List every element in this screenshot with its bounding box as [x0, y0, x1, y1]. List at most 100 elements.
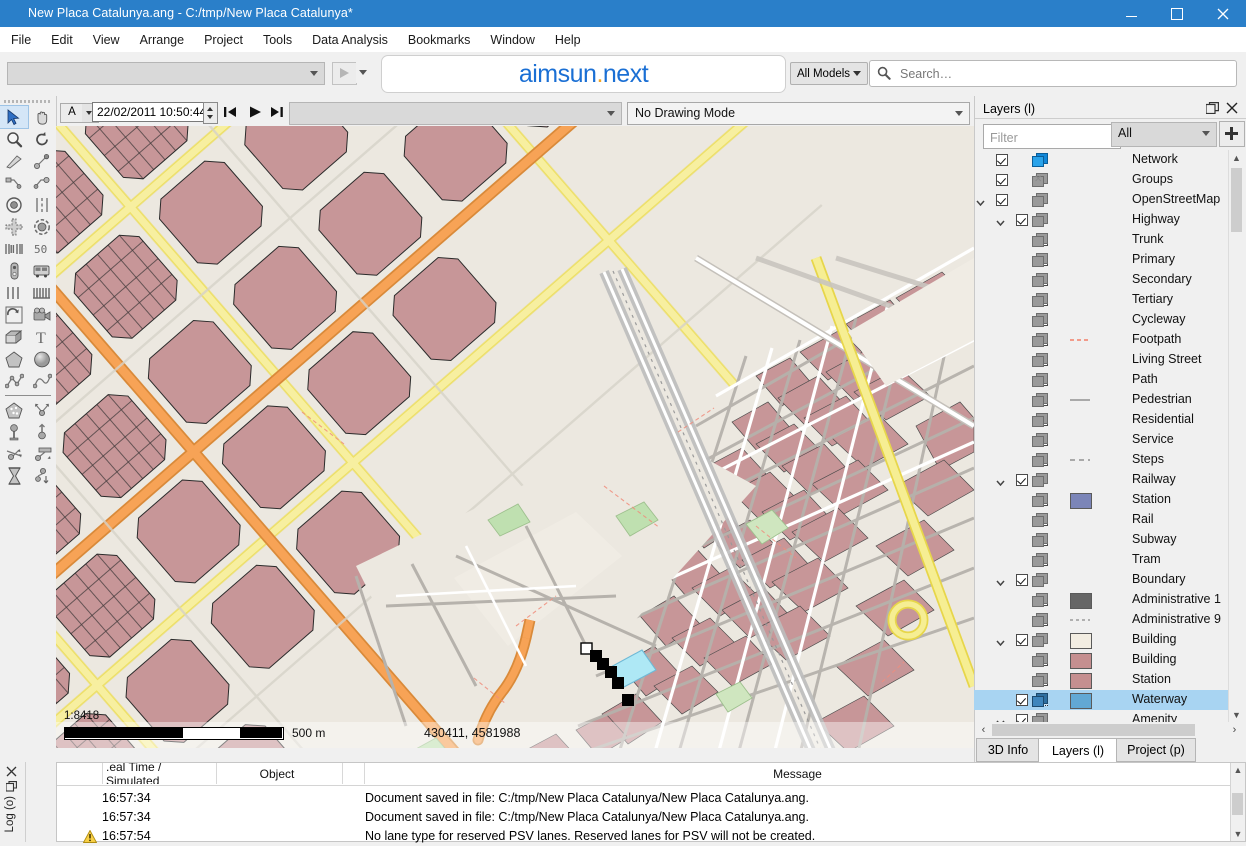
- tool-pan-hand[interactable]: [28, 106, 56, 128]
- layer-row[interactable]: Footpath: [974, 330, 1228, 350]
- tool-node[interactable]: [28, 150, 56, 172]
- log-tab-label[interactable]: Log (o): [4, 796, 16, 832]
- layers-filter[interactable]: [983, 124, 1121, 149]
- layer-checkbox[interactable]: [1016, 474, 1028, 486]
- layer-row[interactable]: Rail: [974, 510, 1228, 530]
- log-scroll-up-icon[interactable]: ▲: [1231, 763, 1245, 777]
- layer-checkbox[interactable]: [996, 194, 1008, 206]
- menu-edit[interactable]: Edit: [42, 30, 82, 50]
- datetime-field[interactable]: 22/02/2011 10:50:44: [92, 102, 214, 122]
- menu-file[interactable]: File: [2, 30, 40, 50]
- chevron-down-icon[interactable]: [996, 576, 1005, 584]
- tab-3d-info[interactable]: 3D Info: [976, 738, 1040, 762]
- run-options-dropdown[interactable]: [356, 62, 370, 83]
- tool-hourglass[interactable]: [0, 465, 28, 487]
- drawing-mode-combo[interactable]: No Drawing Mode: [627, 102, 970, 125]
- replication-letter-button[interactable]: A: [60, 103, 84, 123]
- layers-scroll-thumb[interactable]: [1231, 168, 1242, 232]
- layers-horizontal-scrollbar[interactable]: ‹ ›: [976, 722, 1242, 738]
- menu-help[interactable]: Help: [546, 30, 590, 50]
- layer-row[interactable]: Trunk: [974, 230, 1228, 250]
- palette-grip[interactable]: [4, 98, 52, 105]
- view-style-combo[interactable]: [289, 102, 622, 125]
- close-button[interactable]: [1200, 0, 1246, 27]
- maximize-button[interactable]: [1154, 0, 1200, 27]
- tool-text[interactable]: T: [28, 326, 56, 348]
- tool-subpath[interactable]: [28, 443, 56, 465]
- scenario-combo[interactable]: [7, 62, 325, 85]
- scroll-right-icon[interactable]: ›: [1227, 722, 1242, 738]
- tool-control[interactable]: [0, 304, 28, 326]
- tool-section[interactable]: [0, 150, 28, 172]
- tab-layers[interactable]: Layers (l): [1038, 738, 1118, 763]
- close-log-icon[interactable]: [6, 766, 17, 777]
- layers-tree[interactable]: NetworkGroupsOpenStreetMapHighwayTrunkPr…: [974, 150, 1228, 722]
- layer-row[interactable]: Boundary: [974, 570, 1228, 590]
- layer-row[interactable]: Waterway: [974, 690, 1228, 710]
- tool-turn[interactable]: [0, 172, 28, 194]
- float-log-icon[interactable]: [6, 781, 17, 792]
- tool-zoom[interactable]: [0, 128, 28, 150]
- layer-row[interactable]: Steps: [974, 450, 1228, 470]
- search-box[interactable]: [869, 60, 1237, 87]
- log-table[interactable]: .eal Time / Simulated Object Message 16:…: [56, 762, 1246, 842]
- layer-row[interactable]: Pedestrian: [974, 390, 1228, 410]
- run-simulation-button[interactable]: [332, 62, 357, 85]
- tool-post[interactable]: [28, 421, 56, 443]
- tool-polygon[interactable]: [0, 348, 28, 370]
- layer-row[interactable]: Secondary: [974, 270, 1228, 290]
- chevron-down-icon[interactable]: [996, 216, 1005, 224]
- tool-curve[interactable]: [28, 370, 56, 392]
- layer-checkbox[interactable]: [1016, 574, 1028, 586]
- log-scroll-thumb[interactable]: [1232, 793, 1243, 815]
- minimize-button[interactable]: [1108, 0, 1154, 27]
- tool-bus[interactable]: [28, 260, 56, 282]
- tool-junction[interactable]: [0, 216, 28, 238]
- chevron-down-icon[interactable]: [996, 476, 1005, 484]
- map-horizontal-scrollbar[interactable]: [56, 748, 974, 762]
- tool-3d-box[interactable]: [0, 326, 28, 348]
- layers-hscroll-thumb[interactable]: [992, 724, 1195, 736]
- chevron-down-icon[interactable]: [996, 636, 1005, 644]
- layer-row[interactable]: Living Street: [974, 350, 1228, 370]
- log-vertical-scrollbar[interactable]: ▲ ▼: [1230, 763, 1245, 841]
- layer-row[interactable]: Railway: [974, 470, 1228, 490]
- layer-row[interactable]: Administrative 9: [974, 610, 1228, 630]
- scroll-up-icon[interactable]: ▲: [1229, 150, 1244, 165]
- float-panel-icon[interactable]: [1206, 102, 1219, 114]
- menu-view[interactable]: View: [84, 30, 129, 50]
- layer-checkbox[interactable]: [1016, 694, 1028, 706]
- add-layer-button[interactable]: [1219, 121, 1245, 147]
- tool-barrier[interactable]: [0, 238, 28, 260]
- menu-project[interactable]: Project: [195, 30, 252, 50]
- tool-traffic-light[interactable]: [0, 260, 28, 282]
- menu-bookmarks[interactable]: Bookmarks: [399, 30, 480, 50]
- chevron-down-icon[interactable]: [976, 196, 985, 204]
- layer-row[interactable]: Cycleway: [974, 310, 1228, 330]
- layer-row[interactable]: Building: [974, 630, 1228, 650]
- layers-vertical-scrollbar[interactable]: ▲ ▼: [1228, 150, 1244, 722]
- layer-row[interactable]: Administrative 1: [974, 590, 1228, 610]
- tool-od-connector[interactable]: [28, 399, 56, 421]
- tool-roundabout[interactable]: [28, 216, 56, 238]
- log-row[interactable]: 16:57:34 Document saved in file: C:/tmp/…: [57, 808, 1245, 827]
- log-scroll-down-icon[interactable]: ▼: [1231, 827, 1245, 841]
- log-col-object[interactable]: Object: [212, 763, 343, 784]
- datetime-stepper[interactable]: [203, 102, 218, 124]
- play-button[interactable]: [246, 104, 264, 120]
- tool-public-transport-stop[interactable]: [0, 421, 28, 443]
- menu-tools[interactable]: Tools: [254, 30, 301, 50]
- log-row[interactable]: 16:57:34 Document saved in file: C:/tmp/…: [57, 789, 1245, 808]
- tool-parking[interactable]: [28, 282, 56, 304]
- layer-row[interactable]: Tram: [974, 550, 1228, 570]
- tool-detector[interactable]: [0, 194, 28, 216]
- scroll-left-icon[interactable]: ‹: [976, 722, 991, 738]
- tool-lane-divider[interactable]: [28, 194, 56, 216]
- map-canvas[interactable]: [56, 126, 974, 762]
- tool-transfer[interactable]: [28, 465, 56, 487]
- layer-row[interactable]: Subway: [974, 530, 1228, 550]
- layers-filter-input[interactable]: [988, 127, 1120, 148]
- search-input[interactable]: [898, 64, 1232, 84]
- layer-row[interactable]: OpenStreetMap: [974, 190, 1228, 210]
- layer-row[interactable]: Building: [974, 650, 1228, 670]
